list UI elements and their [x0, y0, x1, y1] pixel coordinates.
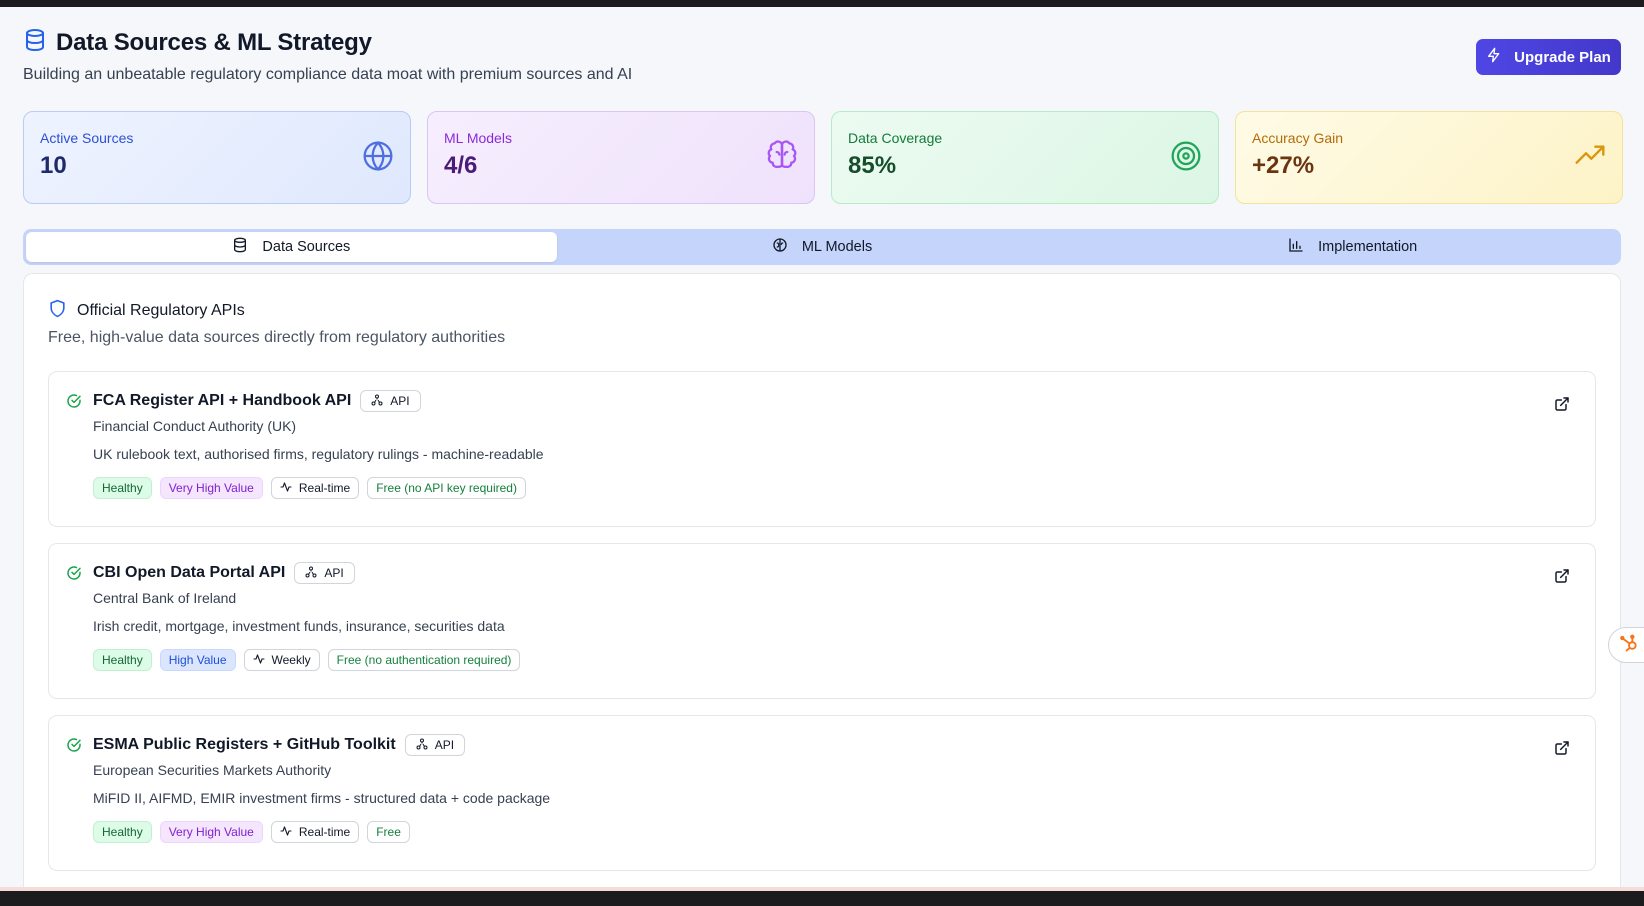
- check-circle-icon: [66, 565, 82, 581]
- stat-card-ml-models: ML Models 4/6: [427, 111, 815, 204]
- stat-label: Active Sources: [40, 130, 134, 146]
- title-row: Data Sources & ML Strategy: [23, 28, 632, 57]
- source-organization: Central Bank of Ireland: [93, 590, 237, 606]
- frequency-badge: Real-time: [270, 477, 360, 499]
- database-icon: [23, 28, 47, 57]
- section-description: Free, high-value data sources directly f…: [48, 329, 506, 346]
- frequency-badge: Weekly: [243, 649, 320, 671]
- page-title: Data Sources & ML Strategy: [56, 28, 372, 56]
- source-tags: Healthy Very High Value Real-time Free: [93, 821, 410, 843]
- source-tags: Healthy High Value Weekly Free (no authe…: [93, 649, 521, 671]
- network-icon: [416, 738, 428, 753]
- stat-value: +27%: [1252, 152, 1315, 179]
- frequency-badge: Real-time: [270, 821, 360, 843]
- source-name-row: CBI Open Data Portal API API: [93, 562, 355, 584]
- stat-card-data-coverage: Data Coverage 85%: [831, 111, 1219, 204]
- frequency-label: Real-time: [298, 481, 351, 495]
- page-subtitle: Building an unbeatable regulatory compli…: [23, 66, 633, 83]
- cost-badge: Free (no API key required): [367, 477, 526, 499]
- window-bottom-bar: [0, 887, 1644, 906]
- stat-label: Data Coverage: [848, 130, 943, 146]
- stat-value: 10: [40, 152, 67, 179]
- tab-bar: Data Sources ML Models Implementation: [23, 229, 1621, 265]
- stat-label: Accuracy Gain: [1252, 130, 1344, 146]
- cost-badge: Free (no authentication required): [327, 649, 521, 671]
- database-icon: [232, 237, 248, 257]
- value-badge: Very High Value: [159, 821, 263, 843]
- value-badge: High Value: [159, 649, 236, 671]
- lightning-icon: [1486, 47, 1502, 67]
- upgrade-plan-label: Upgrade Plan: [1514, 48, 1611, 66]
- external-link-icon[interactable]: [1554, 396, 1570, 412]
- cost-badge: Free: [367, 821, 410, 843]
- external-link-icon[interactable]: [1554, 740, 1570, 756]
- section-header: Official Regulatory APIs: [48, 299, 245, 323]
- stats-row: Active Sources 10 ML Models 4/6 Data Cov…: [23, 111, 1623, 204]
- shield-icon: [48, 299, 67, 323]
- source-description: UK rulebook text, authorised firms, regu…: [93, 446, 544, 462]
- source-name-row: ESMA Public Registers + GitHub Toolkit A…: [93, 734, 466, 756]
- stat-card-accuracy-gain: Accuracy Gain +27%: [1235, 111, 1623, 204]
- tab-label: Data Sources: [262, 239, 351, 255]
- source-tags: Healthy Very High Value Real-time Free (…: [93, 477, 526, 499]
- stat-card-active-sources: Active Sources 10: [23, 111, 411, 204]
- tab-label: Implementation: [1318, 239, 1418, 255]
- network-icon: [305, 566, 317, 581]
- activity-icon: [280, 825, 292, 840]
- source-card: ESMA Public Registers + GitHub Toolkit A…: [48, 715, 1596, 871]
- upgrade-plan-button[interactable]: Upgrade Plan: [1476, 39, 1621, 75]
- frequency-label: Weekly: [271, 653, 311, 667]
- page-header: Data Sources & ML Strategy Building an u…: [23, 28, 632, 84]
- source-name: CBI Open Data Portal API: [93, 564, 286, 581]
- api-badge-label: API: [324, 566, 344, 580]
- source-organization: European Securities Markets Authority: [93, 762, 332, 778]
- brain-icon: [772, 237, 788, 257]
- hubspot-chat-launcher[interactable]: [1608, 627, 1644, 663]
- api-badge: API: [294, 562, 355, 584]
- source-name: ESMA Public Registers + GitHub Toolkit: [93, 736, 396, 753]
- check-circle-icon: [66, 393, 82, 409]
- source-card: FCA Register API + Handbook API API Fina…: [48, 371, 1596, 527]
- api-badge: API: [360, 390, 421, 412]
- api-badge-label: API: [434, 738, 455, 752]
- source-name-row: FCA Register API + Handbook API API: [93, 390, 421, 412]
- tab-implementation[interactable]: Implementation: [1087, 232, 1618, 262]
- source-name: FCA Register API + Handbook API: [93, 392, 352, 409]
- source-organization: Financial Conduct Authority (UK): [93, 418, 297, 434]
- health-badge: Healthy: [93, 821, 152, 843]
- bar-chart-icon: [1288, 237, 1304, 257]
- activity-icon: [252, 653, 265, 668]
- api-badge: API: [404, 734, 466, 756]
- check-circle-icon: [66, 737, 82, 753]
- data-sources-panel: Official Regulatory APIs Free, high-valu…: [23, 273, 1621, 906]
- external-link-icon[interactable]: [1554, 568, 1570, 584]
- stat-value: 85%: [848, 152, 897, 179]
- source-description: MiFID II, AIFMD, EMIR investment firms -…: [93, 790, 551, 806]
- health-badge: Healthy: [93, 477, 152, 499]
- health-badge: Healthy: [93, 649, 152, 671]
- stat-value: 4/6: [444, 152, 478, 179]
- activity-icon: [280, 481, 292, 496]
- window-top-bar: [0, 0, 1644, 7]
- frequency-label: Real-time: [298, 825, 351, 839]
- network-icon: [371, 394, 383, 409]
- source-card: CBI Open Data Portal API API Central Ban…: [48, 543, 1596, 699]
- tab-ml-models[interactable]: ML Models: [557, 232, 1088, 262]
- source-description: Irish credit, mortgage, investment funds…: [93, 618, 505, 634]
- value-badge: Very High Value: [159, 477, 263, 499]
- hubspot-icon: [1619, 633, 1639, 658]
- stat-label: ML Models: [444, 130, 512, 146]
- api-badge-label: API: [390, 394, 410, 408]
- tab-data-sources[interactable]: Data Sources: [26, 232, 557, 262]
- section-title: Official Regulatory APIs: [77, 302, 245, 319]
- tab-label: ML Models: [801, 239, 873, 255]
